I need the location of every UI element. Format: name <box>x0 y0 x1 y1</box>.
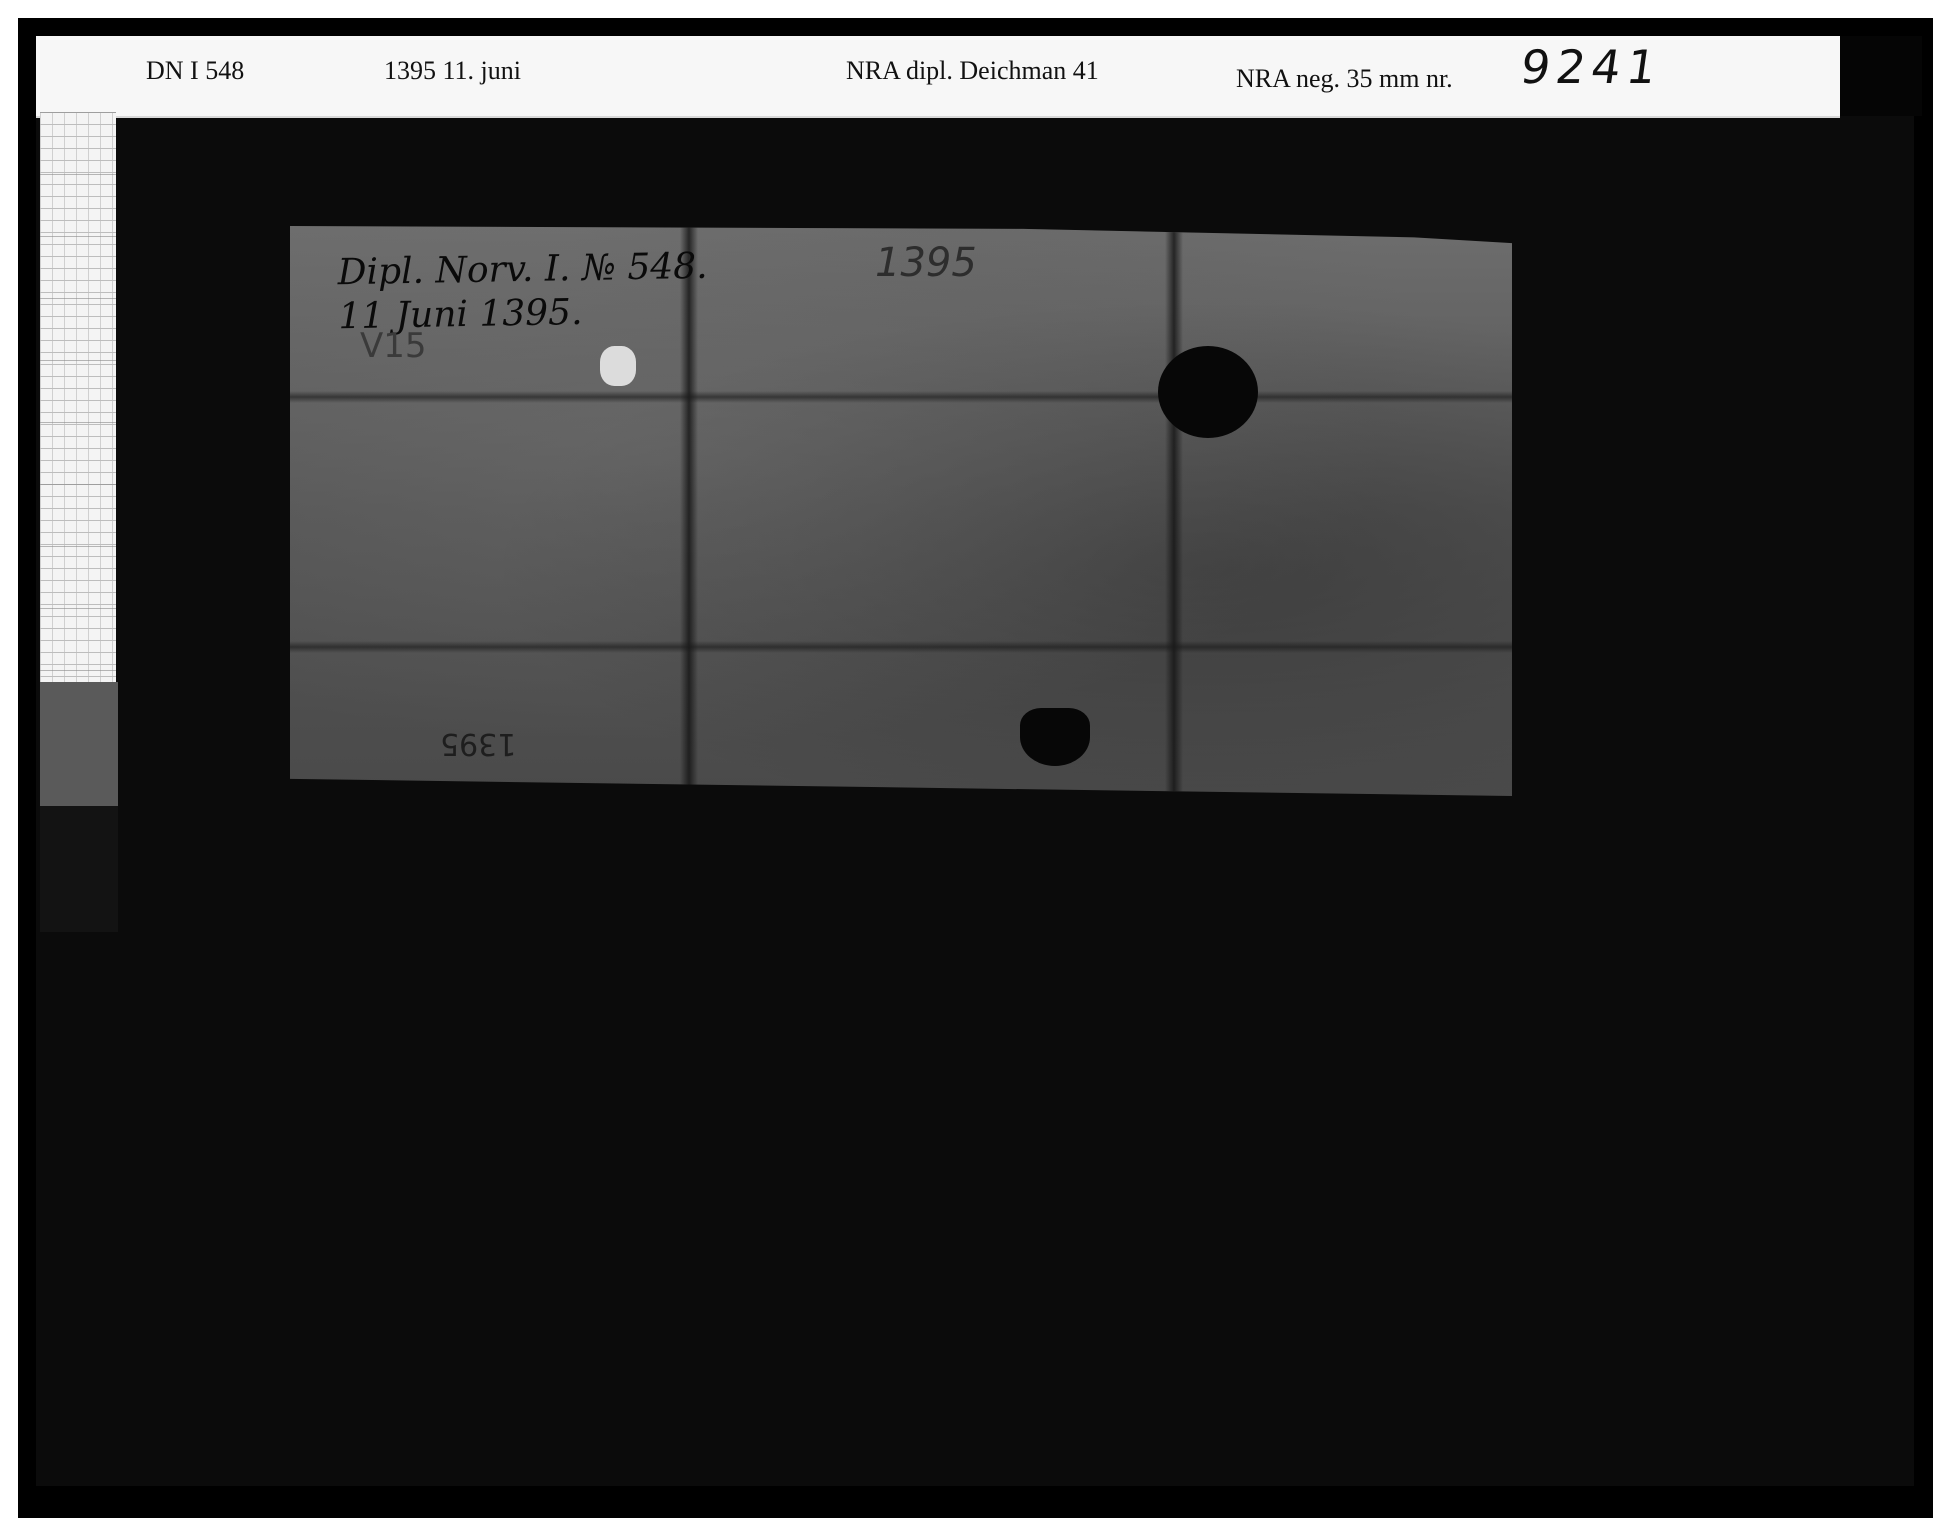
bottom-year-mark: 1395 <box>440 726 517 761</box>
damage-hole <box>1020 708 1090 766</box>
negative-number: 9241 <box>1517 40 1666 94</box>
note-line-1: Dipl. Norv. I. № 548. <box>337 245 708 294</box>
negative-label: NRA neg. 35 mm nr. <box>1236 64 1453 93</box>
gray-scale-patch <box>40 682 118 806</box>
archive-ref-label: NRA dipl. Deichman 41 <box>846 56 1099 85</box>
fold-line-horizontal-1 <box>290 391 1512 403</box>
date-label: 1395 11. juni <box>384 56 521 85</box>
parchment-document: Dipl. Norv. I. № 548. 11 Juni 1395. 1395… <box>290 226 1512 796</box>
year-mark: 1395 <box>875 240 977 286</box>
seal-hole <box>1158 346 1258 438</box>
v-mark: V15 <box>360 326 427 366</box>
label-strip-end <box>1840 36 1922 116</box>
fold-line-horizontal-2 <box>290 641 1512 653</box>
light-spot <box>600 346 636 386</box>
dark-scale-patch <box>40 806 118 932</box>
ruler-major-ticks <box>40 112 116 682</box>
label-strip: DN I 548 1395 11. juni NRA dipl. Deichma… <box>36 36 1840 116</box>
signum-label: DN I 548 <box>146 56 245 85</box>
fold-line-vertical-2 <box>1165 226 1183 796</box>
